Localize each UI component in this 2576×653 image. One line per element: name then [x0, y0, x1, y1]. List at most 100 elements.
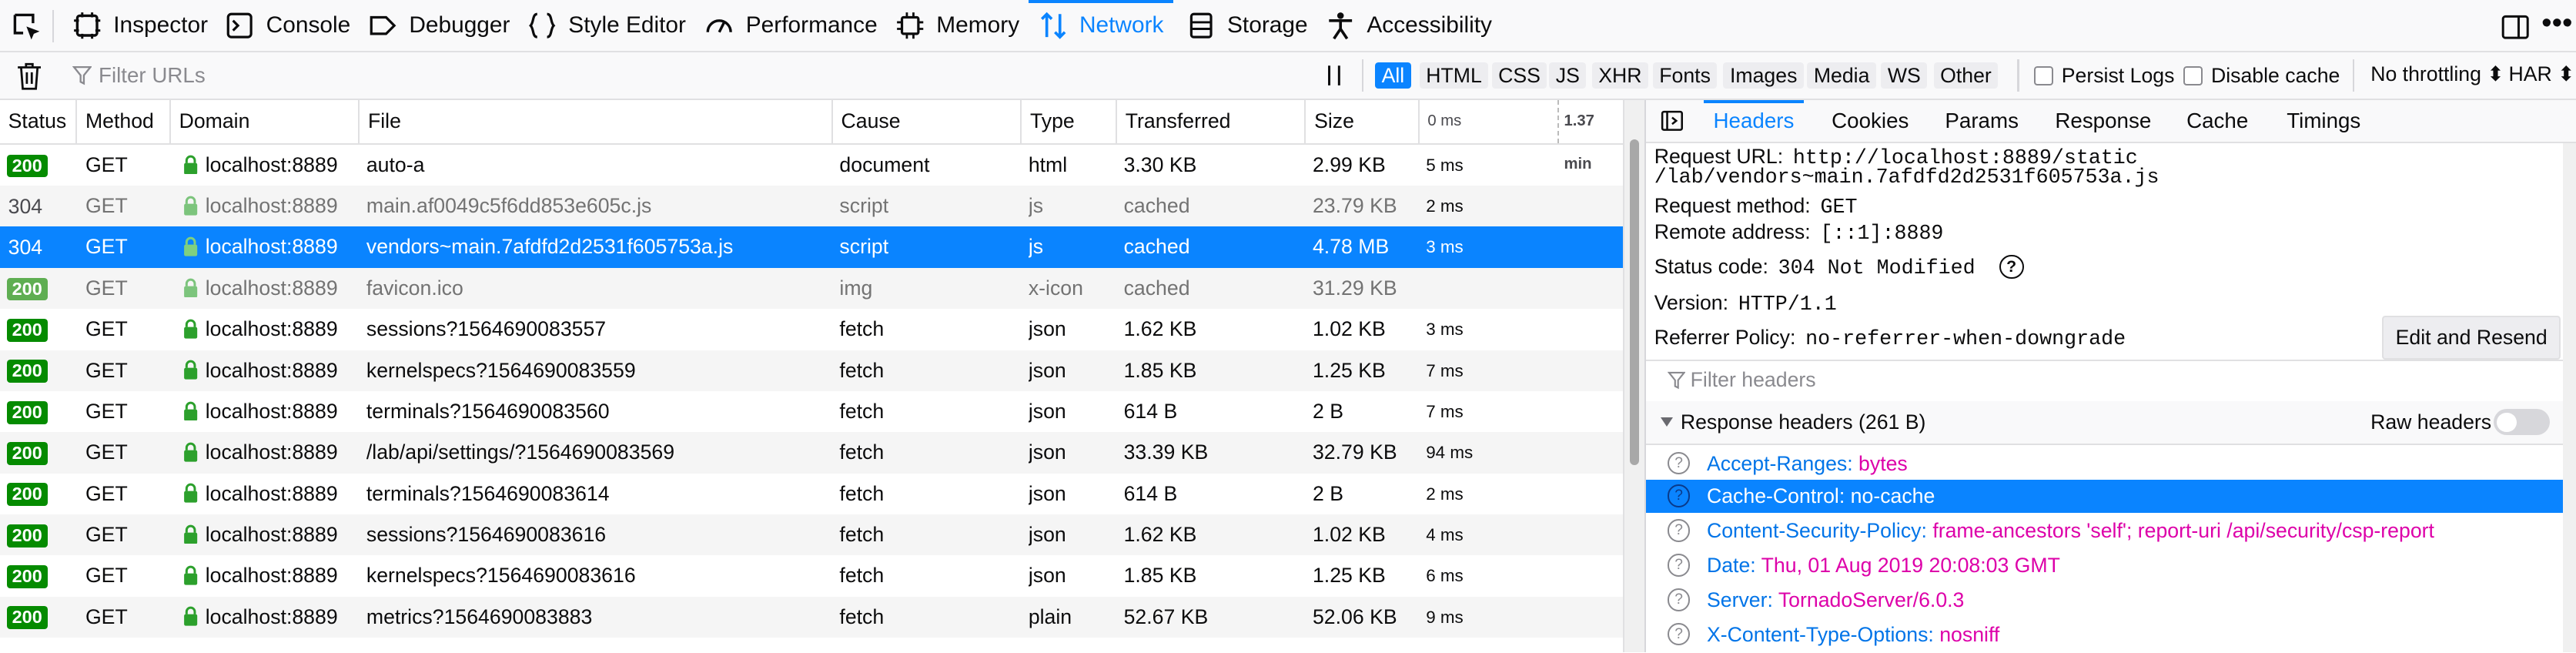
- help-icon[interactable]: ?: [1667, 622, 1691, 646]
- remote-address-row: Remote address: [::1]:8889: [1654, 220, 1944, 246]
- remote-address-label: Remote address:: [1654, 219, 1811, 243]
- tab-style-editor[interactable]: Style Editor: [527, 0, 686, 51]
- lock-icon: [183, 442, 198, 462]
- table-row[interactable]: 200 GET localhost:8889 kernelspecs?15646…: [0, 350, 1624, 391]
- tab-storage[interactable]: Storage: [1186, 0, 1308, 51]
- filter-type-css[interactable]: CSS: [1491, 62, 1547, 89]
- throttling-select[interactable]: No throttling ⬍: [2370, 62, 2504, 86]
- tab-console[interactable]: Console: [225, 0, 350, 51]
- cause-cell: fetch: [839, 522, 885, 546]
- header-row[interactable]: ? Date: Thu, 01 Aug 2019 20:08:03 GMT: [1646, 549, 2563, 582]
- more-options-icon[interactable]: •••: [2541, 8, 2572, 37]
- tab-headers[interactable]: Headers: [1703, 100, 1805, 141]
- timing-cell: 3 ms: [1426, 320, 1464, 340]
- lock-icon: [183, 607, 198, 626]
- clear-requests-icon[interactable]: [16, 61, 42, 90]
- table-row-selected[interactable]: 304 GET localhost:8889 vendors~main.7afd…: [0, 226, 1624, 268]
- help-icon[interactable]: ?: [1667, 451, 1691, 475]
- column-type[interactable]: Type: [1022, 100, 1118, 143]
- type-cell: html: [1028, 152, 1068, 176]
- table-row[interactable]: 200 GET localhost:8889 /lab/api/settings…: [0, 432, 1624, 474]
- filter-type-images[interactable]: Images: [1723, 62, 1804, 89]
- column-waterfall[interactable]: 0 ms 1.37 min: [1420, 100, 1624, 172]
- table-row[interactable]: 200 GET localhost:8889 kernelspecs?15646…: [0, 555, 1623, 596]
- cause-cell: fetch: [839, 564, 885, 588]
- header-row[interactable]: ? Accept-Ranges: bytes: [1646, 447, 2563, 480]
- tab-cache[interactable]: Cache: [2186, 100, 2248, 141]
- status-badge: 200: [6, 606, 48, 630]
- help-icon[interactable]: ?: [1667, 554, 1691, 577]
- tab-performance[interactable]: Performance: [704, 0, 878, 51]
- header-row[interactable]: ? X-Content-Type-Options: nosniff: [1646, 618, 2563, 651]
- dock-side-icon[interactable]: [2501, 12, 2530, 41]
- raw-headers-toggle[interactable]: [2494, 409, 2550, 436]
- help-icon[interactable]: ?: [1667, 519, 1691, 542]
- table-row[interactable]: 304 GET localhost:8889 main.af0049c5f6dd…: [0, 186, 1624, 227]
- file-cell: kernelspecs?1564690083559: [366, 358, 636, 382]
- filter-headers-input[interactable]: Filter headers: [1646, 360, 2563, 403]
- size-cell: 52.06 KB: [1312, 604, 1397, 628]
- har-menu[interactable]: HAR ⬍: [2508, 62, 2574, 86]
- filter-type-ws[interactable]: WS: [1881, 62, 1928, 89]
- tab-inspector[interactable]: Inspector: [72, 0, 208, 51]
- help-icon[interactable]: ?: [1667, 484, 1691, 508]
- table-row[interactable]: 200 GET localhost:8889 auto-a document h…: [0, 145, 1623, 186]
- persist-logs-checkbox[interactable]: Persist Logs: [2033, 64, 2174, 88]
- response-headers-section[interactable]: Response headers (261 B) Raw headers: [1646, 400, 2563, 446]
- filter-type-js[interactable]: JS: [1549, 62, 1587, 89]
- help-icon[interactable]: ?: [1667, 588, 1691, 611]
- column-method[interactable]: Method: [77, 100, 171, 143]
- filter-type-xhr[interactable]: XHR: [1591, 62, 1649, 89]
- file-cell: terminals?1564690083614: [366, 481, 610, 505]
- column-cause[interactable]: Cause: [833, 100, 1022, 143]
- header-value: nosniff: [1939, 622, 2000, 646]
- debugger-icon: [370, 15, 396, 35]
- header-row[interactable]: ? Content-Security-Policy: frame-ancesto…: [1646, 514, 2563, 548]
- tab-timings[interactable]: Timings: [2287, 100, 2360, 141]
- filter-type-media[interactable]: Media: [1807, 62, 1876, 89]
- performance-icon: [706, 19, 733, 33]
- tab-accessibility[interactable]: Accessibility: [1326, 0, 1492, 51]
- filter-urls-input[interactable]: Filter URLs: [72, 62, 335, 89]
- table-row[interactable]: 200 GET localhost:8889 sessions?15646900…: [0, 514, 1624, 556]
- column-size[interactable]: Size: [1306, 100, 1420, 143]
- tab-debugger[interactable]: Debugger: [368, 0, 510, 51]
- tab-cookies[interactable]: Cookies: [1832, 100, 1909, 141]
- column-transferred[interactable]: Transferred: [1117, 100, 1306, 143]
- memory-icon: [897, 12, 924, 39]
- tab-memory[interactable]: Memory: [895, 0, 1019, 51]
- file-cell: /lab/api/settings/?1564690083569: [366, 440, 675, 464]
- method-cell: GET: [85, 481, 128, 505]
- element-picker-icon[interactable]: [10, 10, 43, 43]
- header-row[interactable]: ? Server: TornadoServer/6.0.3: [1646, 584, 2563, 617]
- size-cell: 1.25 KB: [1312, 358, 1386, 382]
- edit-and-resend-button[interactable]: Edit and Resend: [2382, 315, 2561, 360]
- table-row[interactable]: 200 GET localhost:8889 metrics?156469008…: [0, 596, 1624, 638]
- column-domain[interactable]: Domain: [171, 100, 360, 143]
- status-badge: 200: [6, 360, 48, 383]
- table-row[interactable]: 200 GET localhost:8889 terminals?1564690…: [0, 391, 1623, 432]
- filter-type-fonts[interactable]: Fonts: [1652, 62, 1718, 89]
- tab-response[interactable]: Response: [2055, 100, 2151, 141]
- pause-recording-icon[interactable]: [1323, 62, 1346, 89]
- column-status[interactable]: Status: [0, 100, 78, 143]
- column-file[interactable]: File: [360, 100, 833, 143]
- tab-network[interactable]: Network: [1028, 0, 1174, 51]
- table-row[interactable]: 200 GET localhost:8889 sessions?15646900…: [0, 309, 1623, 350]
- filter-type-other[interactable]: Other: [1933, 62, 1999, 89]
- requests-scrollbar[interactable]: [1623, 100, 1644, 653]
- tab-params[interactable]: Params: [1945, 100, 2019, 141]
- header-row-selected[interactable]: ? Cache-Control: no-cache: [1646, 480, 2563, 513]
- size-cell: 2.99 KB: [1312, 152, 1386, 176]
- table-row[interactable]: 200 GET localhost:8889 terminals?1564690…: [0, 474, 1623, 514]
- toggle-sidebar-icon[interactable]: [1661, 110, 1684, 132]
- filter-type-all[interactable]: All: [1375, 62, 1411, 89]
- details-scrollbar[interactable]: [2562, 142, 2576, 653]
- filter-type-html[interactable]: HTML: [1419, 62, 1489, 89]
- disable-cache-checkbox[interactable]: Disable cache: [2183, 64, 2340, 88]
- status-help-icon[interactable]: ?: [1999, 254, 2024, 280]
- expand-arrow-icon[interactable]: [1661, 417, 1674, 427]
- domain-cell: localhost:8889: [205, 194, 338, 218]
- scrollbar-thumb[interactable]: [1629, 139, 1640, 465]
- table-row[interactable]: 200 GET localhost:8889 favicon.ico img x…: [0, 267, 1624, 310]
